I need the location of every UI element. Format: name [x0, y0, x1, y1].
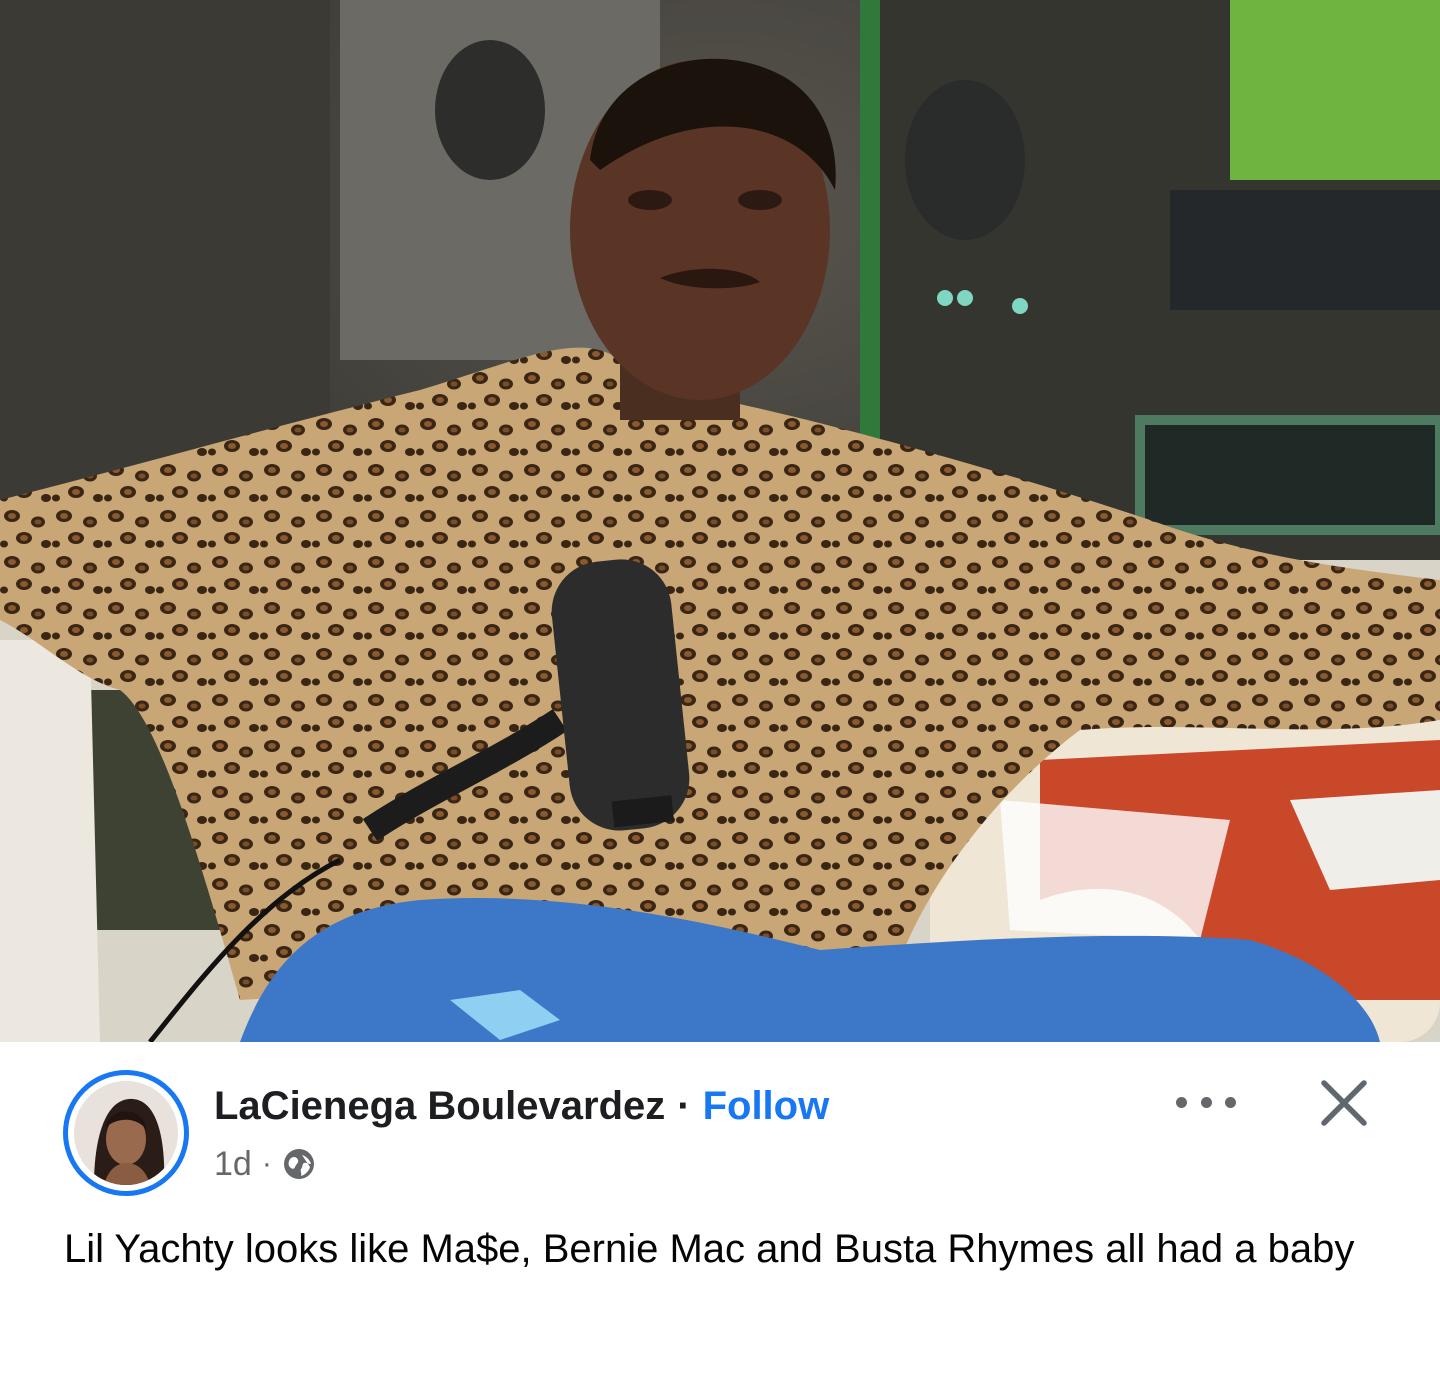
- podcast-photo-illustration: [0, 0, 1440, 1042]
- name-separator: ·: [677, 1084, 691, 1128]
- post-photo[interactable]: [0, 0, 1440, 1042]
- author-avatar-image: [74, 1081, 178, 1185]
- globe-icon[interactable]: [282, 1147, 316, 1181]
- post-timestamp[interactable]: 1d: [214, 1145, 252, 1184]
- author-row: LaCienega Boulevardez · Follow: [214, 1080, 829, 1132]
- follow-button[interactable]: Follow: [703, 1080, 830, 1132]
- more-options-icon[interactable]: [1176, 1082, 1236, 1122]
- close-icon[interactable]: [1316, 1075, 1372, 1131]
- more-dot: [1176, 1096, 1187, 1108]
- post-caption: Lil Yachty looks like Ma$e, Bernie Mac a…: [64, 1227, 1355, 1271]
- more-dot: [1200, 1096, 1212, 1108]
- post-meta: 1d ·: [214, 1144, 316, 1184]
- meta-separator: ·: [261, 1147, 272, 1180]
- author-name[interactable]: LaCienega Boulevardez: [214, 1080, 665, 1132]
- more-dot: [1225, 1096, 1236, 1108]
- author-avatar[interactable]: [63, 1070, 189, 1196]
